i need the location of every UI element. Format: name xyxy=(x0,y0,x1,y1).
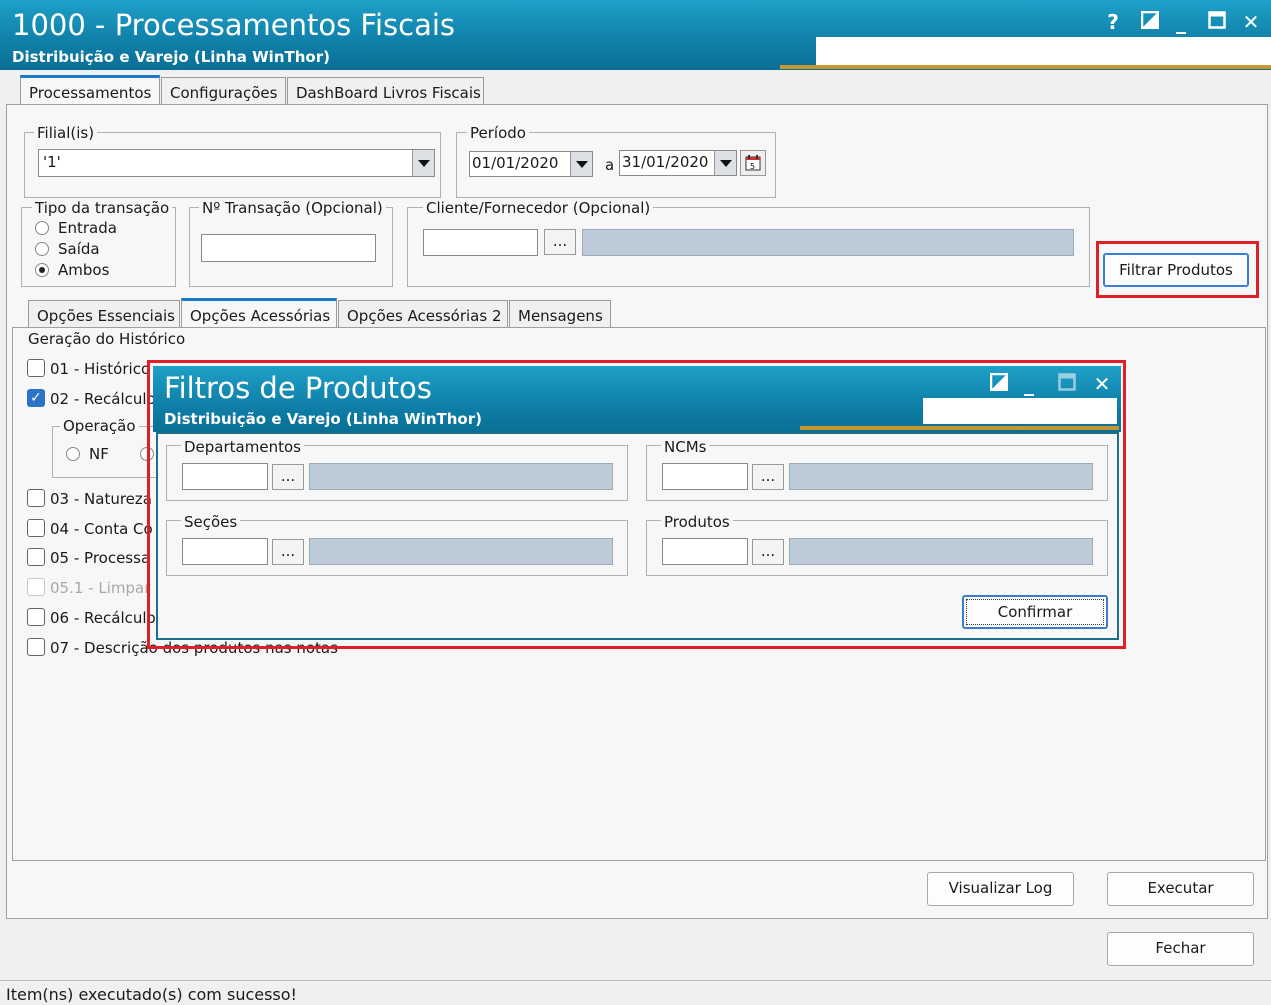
produtos-lookup-button[interactable]: ... xyxy=(752,539,784,565)
fechar-button[interactable]: Fechar xyxy=(1107,932,1254,966)
tab-opcoes-essenciais[interactable]: Opções Essenciais xyxy=(28,300,180,328)
checkbox-05-1-limpar[interactable] xyxy=(27,578,45,596)
checkbox-05-1-label: 05.1 - Limpar xyxy=(50,579,151,597)
ncms-lookup-button[interactable]: ... xyxy=(752,464,784,490)
help-icon[interactable]: ? xyxy=(1100,10,1126,34)
close-icon[interactable]: ✕ xyxy=(1238,10,1264,34)
checkbox-04-label: 04 - Conta Co xyxy=(50,520,153,538)
tab-processamentos[interactable]: Processamentos xyxy=(20,75,160,105)
operacao-label: Operação xyxy=(60,417,139,435)
dialog-subtitle: Distribuição e Varejo (Linha WinThor) xyxy=(164,410,482,428)
tab-configuracoes[interactable]: Configurações xyxy=(161,77,286,105)
geracao-historico-label: Geração do Histórico xyxy=(28,330,186,348)
svg-text:5: 5 xyxy=(750,162,755,171)
radio-operacao-nf[interactable] xyxy=(66,447,80,461)
divider xyxy=(6,918,1268,919)
radio-ambos-label: Ambos xyxy=(58,261,110,279)
secoes-description xyxy=(309,538,613,565)
dialog-title: Filtros de Produtos xyxy=(164,371,432,405)
num-transacao-input[interactable] xyxy=(201,234,376,262)
checkbox-01-historico[interactable] xyxy=(27,359,45,377)
tab-opcoes-acessorias-2[interactable]: Opções Acessórias 2 xyxy=(338,300,508,328)
filial-label: Filial(is) xyxy=(34,124,98,142)
dialog-title-accent-line xyxy=(800,426,1119,430)
chevron-down-icon[interactable] xyxy=(412,150,434,176)
checkbox-02-recalculo[interactable]: ✓ xyxy=(27,389,45,407)
periodo-start-field[interactable]: 01/01/2020 xyxy=(469,151,593,177)
checkbox-05-label: 05 - Processa xyxy=(50,549,151,567)
cliente-fornecedor-code-input[interactable] xyxy=(423,229,538,256)
departamentos-description xyxy=(309,463,613,490)
radio-operacao-nf-label: NF xyxy=(89,445,109,463)
radio-entrada[interactable] xyxy=(35,221,49,235)
departamentos-lookup-button[interactable]: ... xyxy=(272,464,304,490)
status-bar: Item(ns) executado(s) com sucesso! xyxy=(0,980,1271,1005)
tab-opcoes-acessorias[interactable]: Opções Acessórias xyxy=(181,298,337,328)
tipo-transacao-label: Tipo da transação xyxy=(32,199,173,217)
radio-saida-label: Saída xyxy=(58,240,100,258)
title-bar-blank-area xyxy=(816,37,1271,65)
periodo-end-field[interactable]: 31/01/2020 xyxy=(619,150,737,176)
dialog-maximize-icon xyxy=(1054,372,1080,396)
checkbox-04-conta[interactable] xyxy=(27,519,45,537)
ncms-label: NCMs xyxy=(661,438,710,456)
confirmar-button[interactable]: Confirmar xyxy=(962,595,1108,629)
cliente-fornecedor-description xyxy=(582,229,1074,256)
secoes-lookup-button[interactable]: ... xyxy=(272,539,304,565)
ncms-code-input[interactable] xyxy=(662,463,748,490)
calendar-dropdown-icon[interactable] xyxy=(714,151,736,175)
cliente-fornecedor-label: Cliente/Fornecedor (Opcional) xyxy=(423,199,654,217)
checkbox-07-descricao[interactable] xyxy=(27,638,45,656)
cliente-fornecedor-lookup-button[interactable]: ... xyxy=(544,229,576,255)
window-subtitle: Distribuição e Varejo (Linha WinThor) xyxy=(12,48,330,66)
checkbox-03-label: 03 - Natureza xyxy=(50,490,152,508)
departamentos-code-input[interactable] xyxy=(182,463,268,490)
checkbox-01-label: 01 - Histórico xyxy=(50,360,151,378)
filial-select[interactable]: '1' xyxy=(38,149,435,177)
radio-ambos[interactable] xyxy=(35,263,49,277)
num-transacao-label: Nº Transação (Opcional) xyxy=(199,199,386,217)
periodo-start-value: 01/01/2020 xyxy=(472,154,559,172)
tab-mensagens[interactable]: Mensagens xyxy=(509,300,611,328)
checkbox-05-processa[interactable] xyxy=(27,548,45,566)
checkbox-06-recalculo[interactable] xyxy=(27,608,45,626)
departamentos-label: Departamentos xyxy=(181,438,304,456)
restore-icon[interactable] xyxy=(1137,10,1163,34)
produtos-code-input[interactable] xyxy=(662,538,748,565)
visualizar-log-button[interactable]: Visualizar Log xyxy=(927,872,1074,906)
executar-button[interactable]: Executar xyxy=(1107,872,1254,906)
checkbox-02-label: 02 - Recálculo xyxy=(50,390,156,408)
periodo-separator: a xyxy=(605,156,615,174)
periodo-label: Período xyxy=(467,124,529,142)
radio-saida[interactable] xyxy=(35,242,49,256)
dialog-close-icon[interactable]: ✕ xyxy=(1089,372,1115,396)
maximize-icon[interactable] xyxy=(1204,10,1230,34)
title-bar-accent-line xyxy=(780,65,1271,69)
filtrar-produtos-button[interactable]: Filtrar Produtos xyxy=(1103,253,1249,287)
ncms-description xyxy=(789,463,1093,490)
dialog-minimize-icon[interactable]: _ xyxy=(1016,372,1042,396)
dialog-title-blank-area xyxy=(923,398,1117,424)
secoes-label: Seções xyxy=(181,513,241,531)
produtos-description xyxy=(789,538,1093,565)
window-title: 1000 - Processamentos Fiscais xyxy=(12,8,456,42)
secoes-code-input[interactable] xyxy=(182,538,268,565)
tab-dashboard-livros-fiscais[interactable]: DashBoard Livros Fiscais xyxy=(287,77,484,105)
dialog-restore-icon[interactable] xyxy=(986,372,1012,396)
produtos-label: Produtos xyxy=(661,513,733,531)
calendar-icon[interactable]: 5 xyxy=(740,150,766,176)
checkbox-06-label: 06 - Recálculo xyxy=(50,609,156,627)
radio-entrada-label: Entrada xyxy=(58,219,117,237)
filial-value: '1' xyxy=(43,153,61,171)
minimize-icon[interactable]: _ xyxy=(1168,10,1194,34)
periodo-end-value: 31/01/2020 xyxy=(622,153,709,171)
checkbox-03-natureza[interactable] xyxy=(27,489,45,507)
calendar-dropdown-icon[interactable] xyxy=(570,152,592,176)
